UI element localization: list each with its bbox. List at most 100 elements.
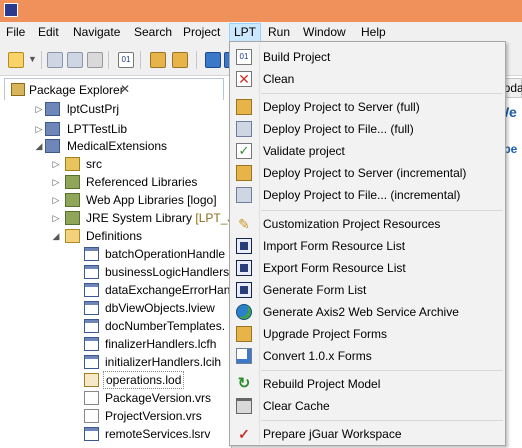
tree-item-label: initializerHandlers.lcih	[105, 355, 222, 369]
tree-item-label: dataExchangeErrorHand	[105, 283, 238, 297]
menu-item-deploy-file-full[interactable]: Deploy Project to File... (full)	[232, 118, 504, 140]
tree-item[interactable]: ▷ Web App Libraries [logo]	[0, 191, 232, 209]
menu-item-label: Generate Form List	[263, 283, 367, 297]
toolbar-separator	[140, 51, 141, 69]
menu-item-prepare-jguar-workspace[interactable]: ✓ Prepare jGuar Workspace	[232, 423, 504, 445]
menu-item-generate-form-list[interactable]: Generate Form List	[232, 279, 504, 301]
menu-lpt[interactable]: LPT	[229, 23, 262, 42]
menu-item-generate-axis2-archive[interactable]: Generate Axis2 Web Service Archive	[232, 301, 504, 323]
menu-item-label: Customization Project Resources	[263, 217, 441, 231]
menu-item-import-form-list[interactable]: Import Form Resource List	[232, 235, 504, 257]
toolbar-separator	[41, 51, 42, 69]
tree-item-label: lptCustPrj	[67, 102, 120, 116]
new-icon[interactable]	[8, 52, 24, 68]
menu-run[interactable]: Run	[268, 25, 290, 41]
tree-item-label: JRE System Library	[86, 211, 193, 225]
tree-item[interactable]: ◢ MedicalExtensions	[0, 137, 232, 155]
chevron-down-icon[interactable]: ◢	[51, 227, 61, 245]
tree-item[interactable]: docNumberTemplates.	[0, 317, 232, 335]
menu-window[interactable]: Window	[303, 25, 346, 41]
save-icon[interactable]	[47, 52, 63, 68]
close-icon[interactable]: ✕	[120, 82, 130, 96]
menu-item-build-project[interactable]: 01 Build Project	[232, 46, 504, 68]
chevron-down-icon[interactable]: ◢	[34, 137, 44, 155]
chevron-right-icon[interactable]: ▷	[51, 155, 61, 173]
menu-file[interactable]: File	[6, 25, 25, 41]
tree-item[interactable]: operations.lod	[0, 371, 232, 389]
menu-item-label: Validate project	[263, 144, 345, 158]
menu-item-clean[interactable]: ✕ Clean	[232, 68, 504, 90]
menu-item-label: Export Form Resource List	[263, 261, 406, 275]
project-icon	[45, 102, 60, 116]
menu-item-deploy-file-incremental[interactable]: Deploy Project to File... (incremental)	[232, 184, 504, 206]
menu-edit[interactable]: Edit	[38, 25, 59, 41]
project-icon	[45, 122, 60, 136]
chevron-down-icon[interactable]: ▼	[28, 54, 37, 70]
package-explorer-tab[interactable]: Package Explorer ✕	[4, 78, 224, 100]
menu-item-deploy-server-incremental[interactable]: Deploy Project to Server (incremental)	[232, 162, 504, 184]
binary-icon[interactable]: 01	[118, 52, 134, 68]
lod-file-icon	[84, 373, 99, 387]
tree-item[interactable]: dbViewObjects.lview	[0, 299, 232, 317]
menu-separator	[261, 420, 503, 421]
menu-item-rebuild-project-model[interactable]: ↻ Rebuild Project Model	[232, 373, 504, 395]
tree-item[interactable]: ▷ Referenced Libraries	[0, 173, 232, 191]
tree-item-label: businessLogicHandlers	[105, 265, 230, 279]
rebuild-icon: ↻	[237, 375, 251, 392]
menu-item-clear-cache[interactable]: Clear Cache	[232, 395, 504, 417]
menu-item-deploy-server-full[interactable]: Deploy Project to Server (full)	[232, 96, 504, 118]
deploy-server-icon	[236, 165, 252, 181]
tree-item-label: docNumberTemplates.	[105, 319, 226, 333]
deploy-server-icon[interactable]	[150, 52, 166, 68]
form-list-icon	[236, 282, 252, 298]
package-explorer-title: Package Explorer	[29, 83, 124, 97]
menu-item-validate-project[interactable]: ✓ Validate project	[232, 140, 504, 162]
save-all-icon[interactable]	[67, 52, 83, 68]
package-folder-icon	[65, 157, 80, 171]
menu-item-label: Import Form Resource List	[263, 239, 406, 253]
tree-item[interactable]: businessLogicHandlers	[0, 263, 232, 281]
tree-item[interactable]: finalizerHandlers.lcfh	[0, 335, 232, 353]
menu-help[interactable]: Help	[361, 25, 386, 41]
tree-item-label: Web App Libraries [logo]	[86, 193, 217, 207]
tree-item[interactable]: ▷ lptCustPrj	[0, 100, 232, 118]
tree-item[interactable]: PackageVersion.vrs	[0, 389, 232, 407]
menu-item-label: Deploy Project to Server (incremental)	[263, 166, 467, 180]
tree-item-label: PackageVersion.vrs	[105, 391, 212, 405]
tree-item[interactable]: initializerHandlers.lcih	[0, 353, 232, 371]
upgrade-icon	[236, 326, 252, 342]
menu-item-upgrade-project-forms[interactable]: Upgrade Project Forms	[232, 323, 504, 345]
tree-item[interactable]: ▷ src	[0, 155, 232, 173]
folder-open-icon	[65, 229, 80, 243]
chevron-right-icon[interactable]: ▷	[34, 100, 44, 118]
library-icon	[65, 193, 80, 207]
tree-item[interactable]: remoteServices.lsrv	[0, 425, 232, 443]
chevron-right-icon[interactable]: ▷	[34, 120, 44, 138]
tree-item[interactable]: ▷ LPTTestLib	[0, 120, 232, 138]
menu-item-customization-resources[interactable]: ✎ Customization Project Resources	[232, 213, 504, 235]
menu-project[interactable]: Project	[183, 25, 220, 41]
chevron-right-icon[interactable]: ▷	[51, 173, 61, 191]
tree-item[interactable]: batchOperationHandle	[0, 245, 232, 263]
menu-search[interactable]: Search	[134, 25, 172, 41]
chevron-right-icon[interactable]: ▷	[51, 191, 61, 209]
tree-item[interactable]: dataExchangeErrorHand	[0, 281, 237, 299]
toolbar-separator	[196, 51, 197, 69]
tree-item-label: ProjectVersion.vrs	[105, 409, 202, 423]
menu-item-convert-forms[interactable]: Convert 1.0.x Forms	[232, 345, 504, 367]
tree-item-label: remoteServices.lsrv	[105, 427, 211, 441]
deploy-file-icon[interactable]	[172, 52, 188, 68]
chevron-right-icon[interactable]: ▷	[51, 209, 61, 227]
tree-item[interactable]: ▷ JRE System Library [LPT_JR	[0, 209, 242, 227]
menu-item-label: Convert 1.0.x Forms	[263, 349, 372, 363]
print-icon[interactable]	[87, 52, 103, 68]
library-icon	[65, 211, 80, 225]
tree-item[interactable]: ◢ Definitions	[0, 227, 232, 245]
menu-item-export-form-list[interactable]: Export Form Resource List	[232, 257, 504, 279]
debug-icon[interactable]	[205, 52, 221, 68]
binary-icon: 01	[236, 49, 252, 65]
package-explorer-icon	[11, 83, 25, 96]
tree-item[interactable]: ProjectVersion.vrs	[0, 407, 232, 425]
menu-navigate[interactable]: Navigate	[73, 25, 120, 41]
deploy-server-icon	[236, 99, 252, 115]
